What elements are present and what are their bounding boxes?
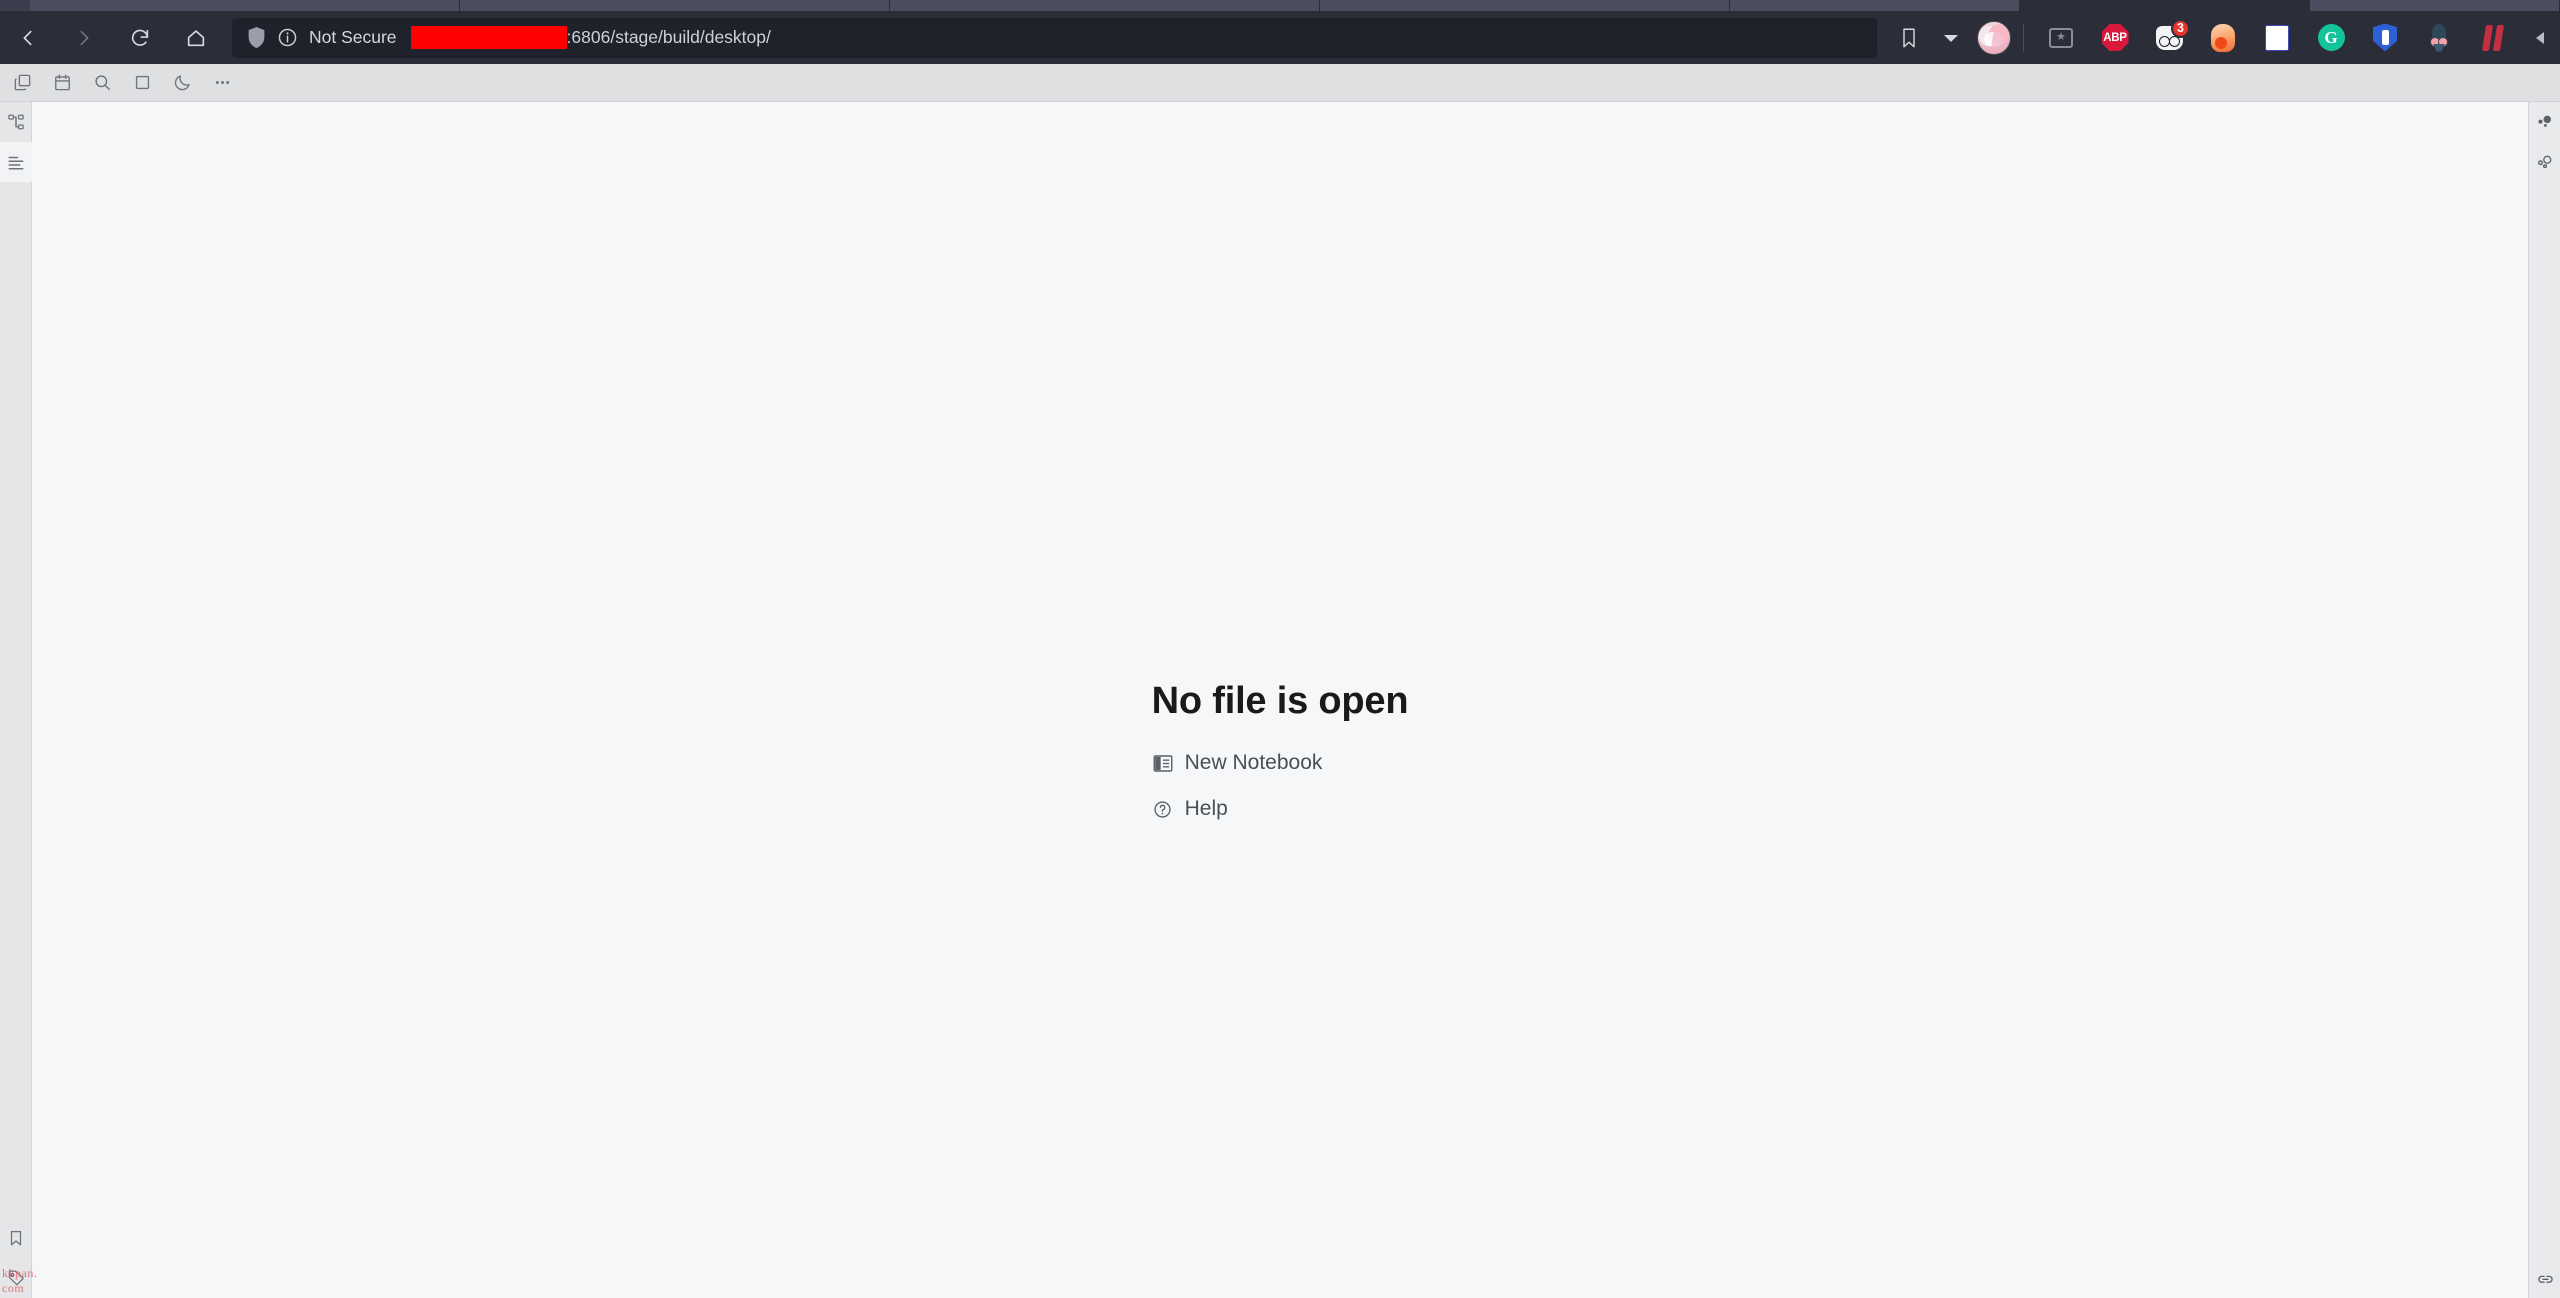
reload-button[interactable] <box>112 16 168 60</box>
dark-mode-moon-icon <box>174 75 190 91</box>
main-content-area: No file is open New Notebook Help <box>32 102 2528 1298</box>
pause-extension-button[interactable] <box>2466 16 2520 60</box>
notebook-icon <box>1152 752 1174 774</box>
help-link[interactable]: Help <box>1152 797 1228 821</box>
app-body: kkpan. com No file is open New Notebook … <box>0 102 2560 1298</box>
home-house-icon <box>187 29 205 46</box>
rocket-extension-button[interactable] <box>2412 16 2466 60</box>
left-sidebar-rail: kkpan. com <box>0 102 37 1298</box>
browser-tab[interactable] <box>1730 0 2020 11</box>
browser-tab[interactable] <box>890 0 1320 11</box>
notification-badge: 3 <box>2171 18 2190 38</box>
rail-spacer <box>0 182 31 1218</box>
hierarchy-icon <box>8 114 24 130</box>
tab-strip-gap <box>2020 0 2310 11</box>
empty-state: No file is open New Notebook Help <box>1152 680 1409 843</box>
calendar-icon <box>54 74 70 91</box>
url-redaction-box <box>410 26 567 49</box>
square-icon <box>135 75 149 90</box>
forward-arrow-icon <box>80 30 89 45</box>
bookmark-dropdown-button[interactable] <box>1931 16 1971 60</box>
browser-tab[interactable] <box>2310 0 2560 11</box>
watermark: kkpan. com <box>2 1266 38 1295</box>
url-text: :6806/stage/build/desktop/ <box>566 27 771 47</box>
bookmark-ribbon-icon <box>1903 28 1915 47</box>
sidebar-item-hierarchy[interactable] <box>0 102 32 142</box>
document-icon <box>2265 24 2289 51</box>
blob-icon <box>2211 23 2235 52</box>
square-button[interactable] <box>122 66 162 100</box>
goggles-extension-button[interactable]: 3 <box>2142 16 2196 60</box>
link-icon <box>2537 1275 2553 1283</box>
outline-icon <box>8 156 24 170</box>
sidebar-item-graph-outline[interactable] <box>2529 142 2560 182</box>
duplicate-icon <box>14 74 30 91</box>
browser-tab-strip[interactable] <box>0 0 2560 11</box>
forward-button[interactable] <box>56 16 112 60</box>
dark-mode-button[interactable] <box>162 66 202 100</box>
grammarly-extension-button[interactable]: G <box>2304 16 2358 60</box>
more-options-button[interactable] <box>202 66 242 100</box>
page-title: No file is open <box>1151 680 1409 722</box>
address-bar[interactable]: Not Secure :6806/stage/build/desktop/ <box>232 17 1877 58</box>
info-circle-icon <box>278 28 297 47</box>
security-shield-extension-button[interactable] <box>2358 16 2412 60</box>
graph-outline-icon <box>2538 155 2552 169</box>
help-label: Help <box>1184 797 1228 820</box>
graph-filled-icon <box>2538 115 2551 127</box>
back-arrow-icon <box>23 30 32 45</box>
sidebar-item-bookmarks[interactable] <box>0 1218 32 1258</box>
right-sidebar-rail <box>2528 102 2560 1298</box>
help-circle-icon <box>1152 798 1174 820</box>
bookmark-icon <box>10 1230 22 1246</box>
chevron-left-icon <box>2536 31 2544 44</box>
browser-tab[interactable] <box>30 0 460 11</box>
collapse-toolbar-button[interactable] <box>2520 16 2560 60</box>
abp-icon: ABP <box>2101 24 2129 51</box>
image-capture-icon <box>2049 27 2073 48</box>
security-status-label: Not Secure <box>309 27 397 47</box>
rail-spacer <box>2529 182 2560 1258</box>
blob-extension-button[interactable] <box>2196 16 2250 60</box>
profile-avatar[interactable] <box>1977 20 2011 55</box>
image-capture-extension-button[interactable] <box>2034 16 2088 60</box>
shield-icon <box>248 27 265 48</box>
browser-tab[interactable] <box>460 0 890 11</box>
calendar-button[interactable] <box>42 66 82 100</box>
shield-blue-icon <box>2373 23 2397 52</box>
home-button[interactable] <box>168 16 224 60</box>
back-button[interactable] <box>0 16 56 60</box>
browser-actions: ABP 3 G <box>1887 16 2560 60</box>
browser-chrome: Not Secure :6806/stage/build/desktop/ ★ … <box>0 0 2560 64</box>
caret-down-icon <box>1944 34 1958 42</box>
application-window: kkpan. com No file is open New Notebook … <box>0 64 2560 1298</box>
more-options-icon <box>215 80 229 85</box>
reload-arrow-icon <box>131 29 149 46</box>
grammarly-icon: G <box>2317 24 2345 51</box>
search-icon <box>94 75 110 90</box>
app-toolbar <box>0 64 2560 102</box>
sidebar-item-outline[interactable] <box>0 142 32 182</box>
bookmark-button[interactable] <box>1887 16 1931 60</box>
browser-tab[interactable] <box>1320 0 1730 11</box>
adblock-plus-extension-button[interactable]: ABP <box>2088 16 2142 60</box>
browser-nav-bar: Not Secure :6806/stage/build/desktop/ ★ … <box>0 11 2560 64</box>
rocket-icon <box>2426 23 2452 52</box>
pause-icon <box>2481 24 2505 51</box>
toolbar-divider <box>2023 23 2024 52</box>
sidebar-item-graph-filled[interactable] <box>2529 102 2560 142</box>
sidebar-item-backlinks[interactable] <box>2529 1258 2560 1298</box>
duplicate-button[interactable] <box>2 66 42 100</box>
new-notebook-label: New Notebook <box>1184 751 1323 774</box>
search-button[interactable] <box>82 66 122 100</box>
new-notebook-link[interactable]: New Notebook <box>1152 751 1323 775</box>
document-extension-button[interactable] <box>2250 16 2304 60</box>
